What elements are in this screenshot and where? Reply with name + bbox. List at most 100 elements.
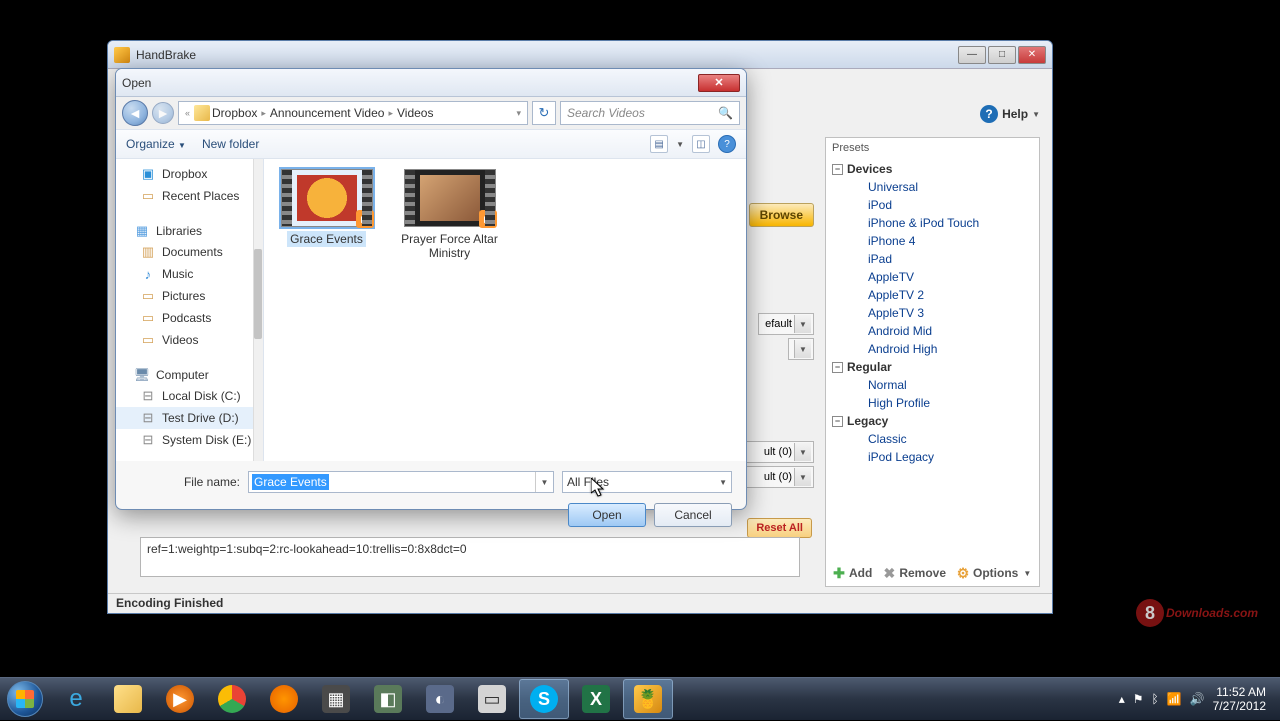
help-icon: ?	[980, 105, 998, 123]
help-icon[interactable]: ?	[718, 135, 736, 153]
videos-icon: ▭	[140, 332, 156, 348]
sidebar-drive-e[interactable]: ⊟System Disk (E:)	[116, 429, 263, 451]
maximize-button[interactable]: □	[988, 46, 1016, 64]
tray-clock[interactable]: 11:52 AM 7/27/2012	[1213, 685, 1266, 714]
preset-iphone4[interactable]: iPhone 4	[832, 232, 1033, 250]
music-icon: ♪	[140, 266, 156, 282]
new-folder-button[interactable]: New folder	[202, 137, 259, 151]
start-button[interactable]	[0, 678, 50, 721]
taskbar-app1[interactable]: ▦	[311, 679, 361, 719]
sidebar-pictures[interactable]: ▭Pictures	[116, 285, 263, 307]
sidebar-videos[interactable]: ▭Videos	[116, 329, 263, 351]
browse-button[interactable]: Browse	[749, 203, 814, 227]
sidebar-dropbox[interactable]: ▣Dropbox	[116, 163, 263, 185]
titlebar[interactable]: HandBrake — □ ✕	[108, 41, 1052, 69]
file-grace-events[interactable]: ▶ Grace Events	[274, 169, 379, 247]
taskbar[interactable]: e ▶ ▦ ◧ ◐ ▭ S X 🍍 ▴ ⚑ ᛒ 📶 🔊 11:52 AM 7/2…	[0, 677, 1280, 720]
search-icon: 🔍	[718, 106, 733, 120]
tray-action-center-icon[interactable]: ⚑	[1133, 692, 1144, 706]
preset-category-regular[interactable]: −Regular	[832, 358, 1033, 376]
tray-volume-icon[interactable]: 🔊	[1190, 692, 1205, 706]
modulus-dropdown[interactable]: ▼	[788, 338, 814, 360]
taskbar-app3[interactable]: ◐	[415, 679, 465, 719]
sidebar-drive-c[interactable]: ⊟Local Disk (C:)	[116, 385, 263, 407]
taskbar-app2[interactable]: ◧	[363, 679, 413, 719]
crop-top-spinner[interactable]: ult (0)▼	[744, 441, 814, 463]
preset-android-high[interactable]: Android High	[832, 340, 1033, 358]
refresh-button[interactable]: ↻	[532, 101, 556, 125]
taskbar-firefox[interactable]	[259, 679, 309, 719]
preset-ipod[interactable]: iPod	[832, 196, 1033, 214]
filetype-select[interactable]: All Files ▼	[562, 471, 732, 493]
preset-appletv2[interactable]: AppleTV 2	[832, 286, 1033, 304]
nav-forward-button[interactable]: ►	[152, 102, 174, 124]
anamorphic-dropdown[interactable]: efault▼	[758, 313, 814, 335]
close-button[interactable]: ✕	[1018, 46, 1046, 64]
taskbar-explorer[interactable]	[103, 679, 153, 719]
presets-tree: −Devices Universal iPod iPhone & iPod To…	[826, 158, 1039, 468]
preset-classic[interactable]: Classic	[832, 430, 1033, 448]
taskbar-ie[interactable]: e	[51, 679, 101, 719]
sidebar-scrollbar[interactable]	[253, 159, 263, 461]
sidebar-podcasts[interactable]: ▭Podcasts	[116, 307, 263, 329]
libraries-icon: ▦	[134, 223, 150, 239]
preset-high-profile[interactable]: High Profile	[832, 394, 1033, 412]
sidebar-recent[interactable]: ▭Recent Places	[116, 185, 263, 207]
file-list[interactable]: ▶ Grace Events ▶ Prayer Force Altar Mini…	[264, 159, 746, 461]
preview-pane-button[interactable]: ◫	[692, 135, 710, 153]
view-button[interactable]: ▤	[650, 135, 668, 153]
sidebar-computer[interactable]: 🖥Computer	[116, 361, 263, 385]
preset-add-button[interactable]: ✚Add	[832, 566, 872, 580]
preset-ipod-legacy[interactable]: iPod Legacy	[832, 448, 1033, 466]
nav-back-button[interactable]: ◄	[122, 100, 148, 126]
query-textbox[interactable]: ref=1:weightp=1:subq=2:rc-lookahead=10:t…	[140, 537, 800, 577]
dialog-nav-bar: ◄ ► « Dropbox▸ Announcement Video▸ Video…	[116, 97, 746, 129]
preset-universal[interactable]: Universal	[832, 178, 1033, 196]
system-tray[interactable]: ▴ ⚑ ᛒ 📶 🔊 11:52 AM 7/27/2012	[1119, 685, 1280, 714]
preset-category-devices[interactable]: −Devices	[832, 160, 1033, 178]
filename-label: File name:	[130, 475, 240, 489]
open-button[interactable]: Open	[568, 503, 646, 527]
tray-network-icon[interactable]: 📶	[1167, 692, 1182, 706]
presets-title: Presets	[826, 138, 1039, 158]
sidebar-music[interactable]: ♪Music	[116, 263, 263, 285]
sidebar-libraries[interactable]: ▦Libraries	[116, 217, 263, 241]
filename-input[interactable]: Grace Events ▼	[248, 471, 554, 493]
search-input[interactable]: Search Videos 🔍	[560, 101, 740, 125]
sidebar-documents[interactable]: ▥Documents	[116, 241, 263, 263]
breadcrumb[interactable]: « Dropbox▸ Announcement Video▸ Videos ▾	[178, 101, 528, 125]
filename-dropdown-icon[interactable]: ▼	[535, 472, 553, 492]
preset-ipad[interactable]: iPad	[832, 250, 1033, 268]
organize-button[interactable]: Organize ▼	[126, 137, 186, 151]
help-button[interactable]: ? Help ▼	[980, 105, 1040, 123]
taskbar-excel[interactable]: X	[571, 679, 621, 719]
tray-bluetooth-icon[interactable]: ᛒ	[1152, 692, 1159, 706]
preset-appletv3[interactable]: AppleTV 3	[832, 304, 1033, 322]
dialog-close-button[interactable]: ✕	[698, 74, 740, 92]
tray-show-hidden-icon[interactable]: ▴	[1119, 692, 1125, 706]
preset-appletv[interactable]: AppleTV	[832, 268, 1033, 286]
drive-icon: ⊟	[140, 432, 156, 448]
crop-bottom-spinner[interactable]: ult (0)▼	[744, 466, 814, 488]
desktop: HandBrake — □ ✕ File Tools Source Add to…	[0, 0, 1280, 677]
file-prayer-force[interactable]: ▶ Prayer Force Altar Ministry	[397, 169, 502, 261]
taskbar-chrome[interactable]	[207, 679, 257, 719]
reset-all-button[interactable]: Reset All	[747, 518, 812, 538]
taskbar-handbrake[interactable]: 🍍	[623, 679, 673, 719]
preset-android-mid[interactable]: Android Mid	[832, 322, 1033, 340]
dropbox-icon: ▣	[140, 166, 156, 182]
taskbar-wmp[interactable]: ▶	[155, 679, 205, 719]
dialog-titlebar[interactable]: Open ✕	[116, 69, 746, 97]
preset-normal[interactable]: Normal	[832, 376, 1033, 394]
taskbar-app4[interactable]: ▭	[467, 679, 517, 719]
play-icon: ▶	[479, 210, 497, 228]
preset-remove-button[interactable]: ✖Remove	[882, 566, 946, 580]
cancel-button[interactable]: Cancel	[654, 503, 732, 527]
minimize-button[interactable]: —	[958, 46, 986, 64]
taskbar-skype[interactable]: S	[519, 679, 569, 719]
preset-options-button[interactable]: ⚙Options▼	[956, 566, 1031, 580]
preset-iphone-touch[interactable]: iPhone & iPod Touch	[832, 214, 1033, 232]
preset-category-legacy[interactable]: −Legacy	[832, 412, 1033, 430]
play-icon: ▶	[356, 210, 374, 228]
sidebar-drive-d[interactable]: ⊟Test Drive (D:)	[116, 407, 263, 429]
